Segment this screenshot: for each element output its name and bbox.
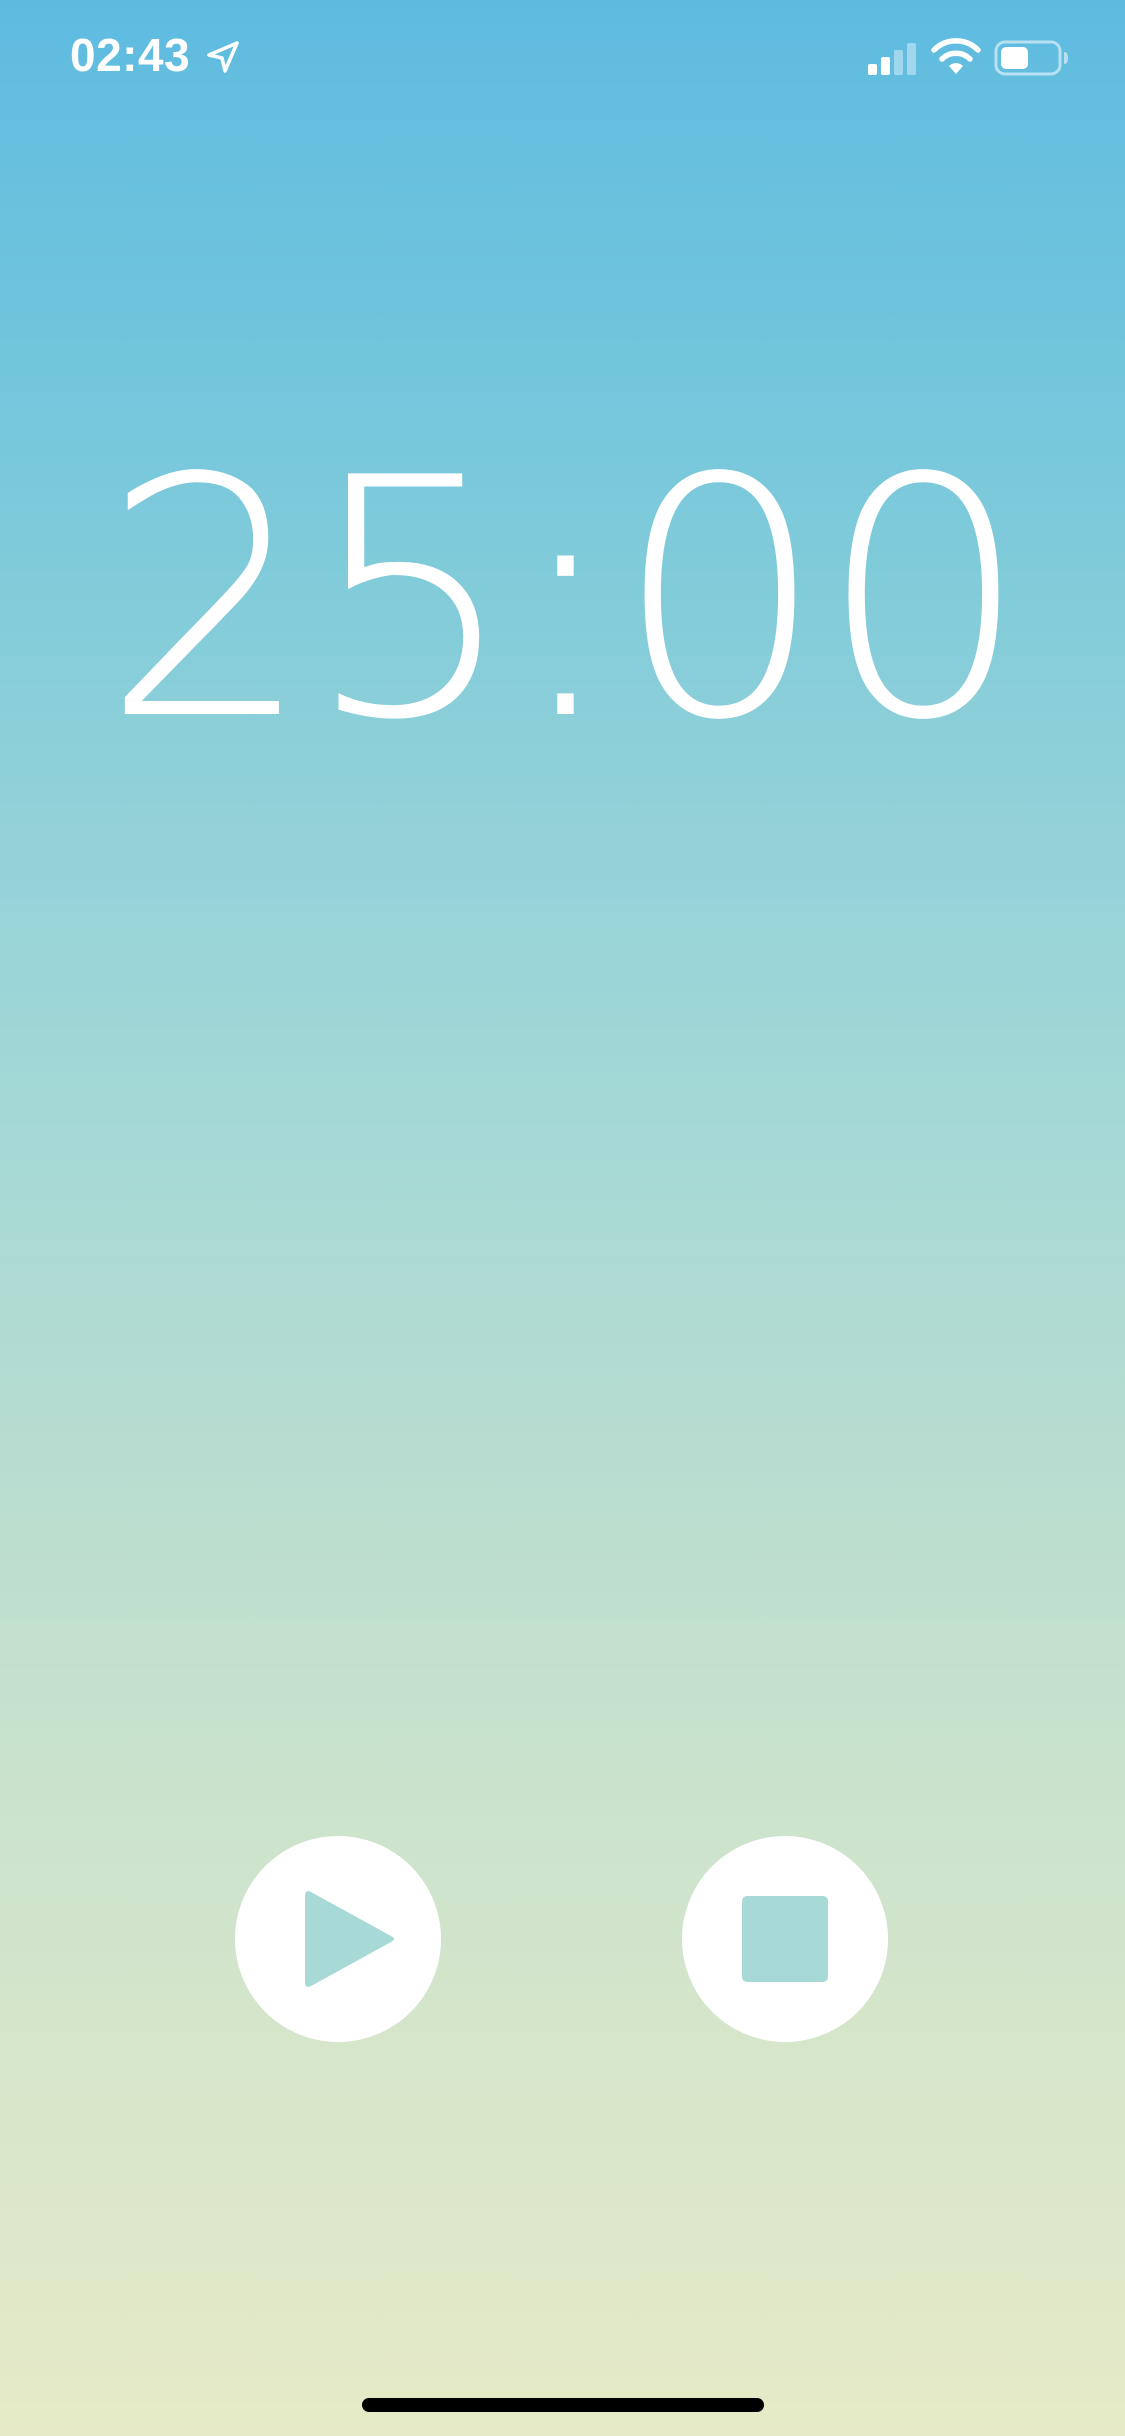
stop-icon <box>742 1896 828 1982</box>
battery-icon <box>994 40 1068 76</box>
play-icon <box>305 1891 394 1987</box>
location-arrow-icon <box>207 41 239 73</box>
status-bar: 02:43 <box>0 0 1125 120</box>
timer-display: 25:00 <box>101 408 1029 792</box>
play-button[interactable] <box>235 1836 441 2042</box>
stop-button[interactable] <box>682 1836 888 2042</box>
wifi-icon <box>931 38 981 74</box>
home-indicator[interactable] <box>362 2398 764 2412</box>
status-time: 02:43 <box>70 29 191 81</box>
cellular-signal-icon <box>868 43 916 75</box>
